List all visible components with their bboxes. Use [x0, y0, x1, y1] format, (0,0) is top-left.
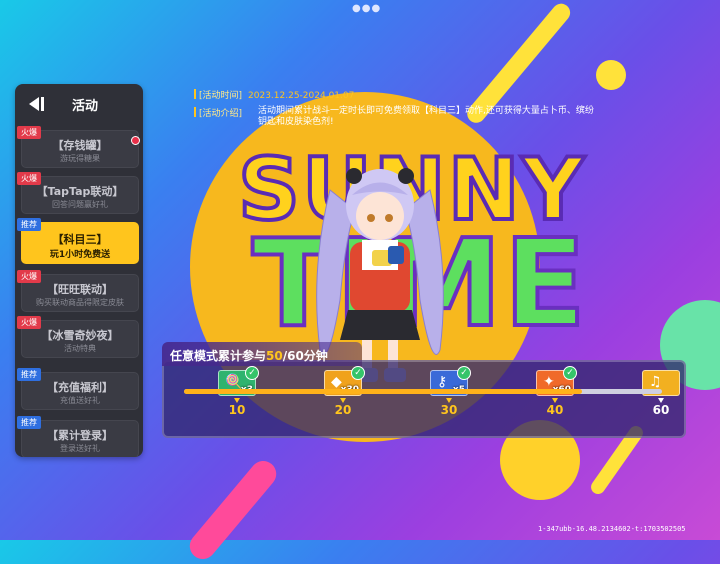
progress-track [184, 389, 662, 394]
event-intro-label: [活动介绍] [199, 109, 243, 119]
sidebar-item-wangwang[interactable]: 火爆 【旺旺联动】 购买联动商品得限定皮肤 [17, 270, 139, 312]
sidebar-item-name: 【存钱罐】 [52, 139, 108, 152]
candy-icon: 🍭 [225, 374, 243, 390]
event-time-row: [活动时间] 2023.12.25-2024.01.07 [194, 88, 354, 101]
check-icon: ✓ [563, 366, 577, 380]
progress-title-prefix: 任意模式累计参与 [170, 349, 267, 363]
event-time-value: 2023.12.25-2024.01.07 [248, 91, 355, 101]
check-icon: ✓ [245, 366, 259, 380]
dance-icon: ♫ [649, 374, 662, 390]
event-intro-value: 活动期间累计战斗一定时长即可免费领取【科目三】动作,还可获得大量占卜币、缤纷钥匙… [258, 106, 594, 127]
sidebar-item-name: 【冰雪奇妙夜】 [41, 329, 119, 342]
sidebar-title: 活动 [72, 98, 99, 114]
decor-yellow-dot [596, 60, 626, 90]
sidebar-item-sub: 登录送好礼 [60, 444, 100, 453]
tick-label: 20 [334, 403, 352, 417]
notification-dot [131, 136, 140, 145]
tick-label: 10 [228, 403, 246, 417]
event-time-label: [活动时间] [199, 91, 243, 101]
sidebar-item-login[interactable]: 推荐 【累计登录】 登录送好礼 [17, 416, 139, 457]
progress-current: 50 [266, 349, 283, 363]
tag-recommend-badge: 推荐 [17, 218, 41, 231]
sidebar-item-sub: 游玩得糖果 [60, 154, 100, 163]
check-icon: ✓ [457, 366, 471, 380]
key-icon: ⚷ [437, 374, 448, 390]
sidebar-item-ice-night[interactable]: 火爆 【冰雪奇妙夜】 活动特典 [17, 316, 139, 358]
sidebar-item-name: 【旺旺联动】 [47, 283, 113, 296]
sidebar-item-name: 【累计登录】 [47, 429, 113, 442]
check-icon: ✓ [351, 366, 365, 380]
accent-bar [194, 107, 196, 117]
activity-sidebar: 活动 火爆 【存钱罐】 游玩得糖果 火爆 【TapTap联动】 回答问题赢好礼 … [15, 84, 143, 457]
accent-bar [194, 89, 196, 99]
sidebar-item-sub: 回答问题赢好礼 [52, 200, 108, 209]
tick-label: 40 [546, 403, 564, 417]
event-intro-row: [活动介绍] [194, 106, 242, 119]
decor-pink-slash [184, 455, 282, 564]
sidebar-item-sub: 充值送好礼 [60, 396, 100, 405]
sidebar-item-name: 【TapTap联动】 [36, 185, 124, 198]
build-id: 1-347ubb-16.48.2134602-t:1703502505 [538, 525, 686, 533]
progress-title: 任意模式累计参与50/60分钟 [170, 347, 328, 364]
menu-dots-icon[interactable]: ●●● [352, 3, 381, 14]
sidebar-item-kemusan[interactable]: 推荐 【科目三】 玩1小时免费送 [17, 218, 139, 264]
tick-label: 60 [652, 403, 670, 417]
progress-fill [184, 389, 583, 394]
sidebar-item-taptap[interactable]: 火爆 【TapTap联动】 回答问题赢好礼 [17, 172, 139, 214]
sidebar-item-sub: 活动特典 [64, 344, 96, 353]
sidebar-item-sub: 购买联动商品得限定皮肤 [36, 298, 124, 307]
back-arrow-icon[interactable] [29, 97, 39, 111]
sidebar-item-name: 【充值福利】 [47, 381, 113, 394]
progress-suffix: /60分钟 [282, 349, 328, 363]
progress-panel: 任意模式累计参与50/60分钟 🍭 x3 ✓ ◆ x30 ✓ ⚷ x5 ✓ ✦ … [162, 342, 686, 438]
sidebar-item-piggy-bank[interactable]: 火爆 【存钱罐】 游玩得糖果 [17, 126, 140, 168]
tick-label: 30 [440, 403, 458, 417]
sidebar-item-name: 【科目三】 [52, 233, 108, 246]
sidebar-item-sub: 玩1小时免费送 [49, 250, 111, 260]
sidebar-item-recharge[interactable]: 推荐 【充值福利】 充值送好礼 [17, 368, 139, 410]
back-bar-icon [41, 97, 44, 111]
sidebar-header: 活动 [15, 84, 143, 124]
